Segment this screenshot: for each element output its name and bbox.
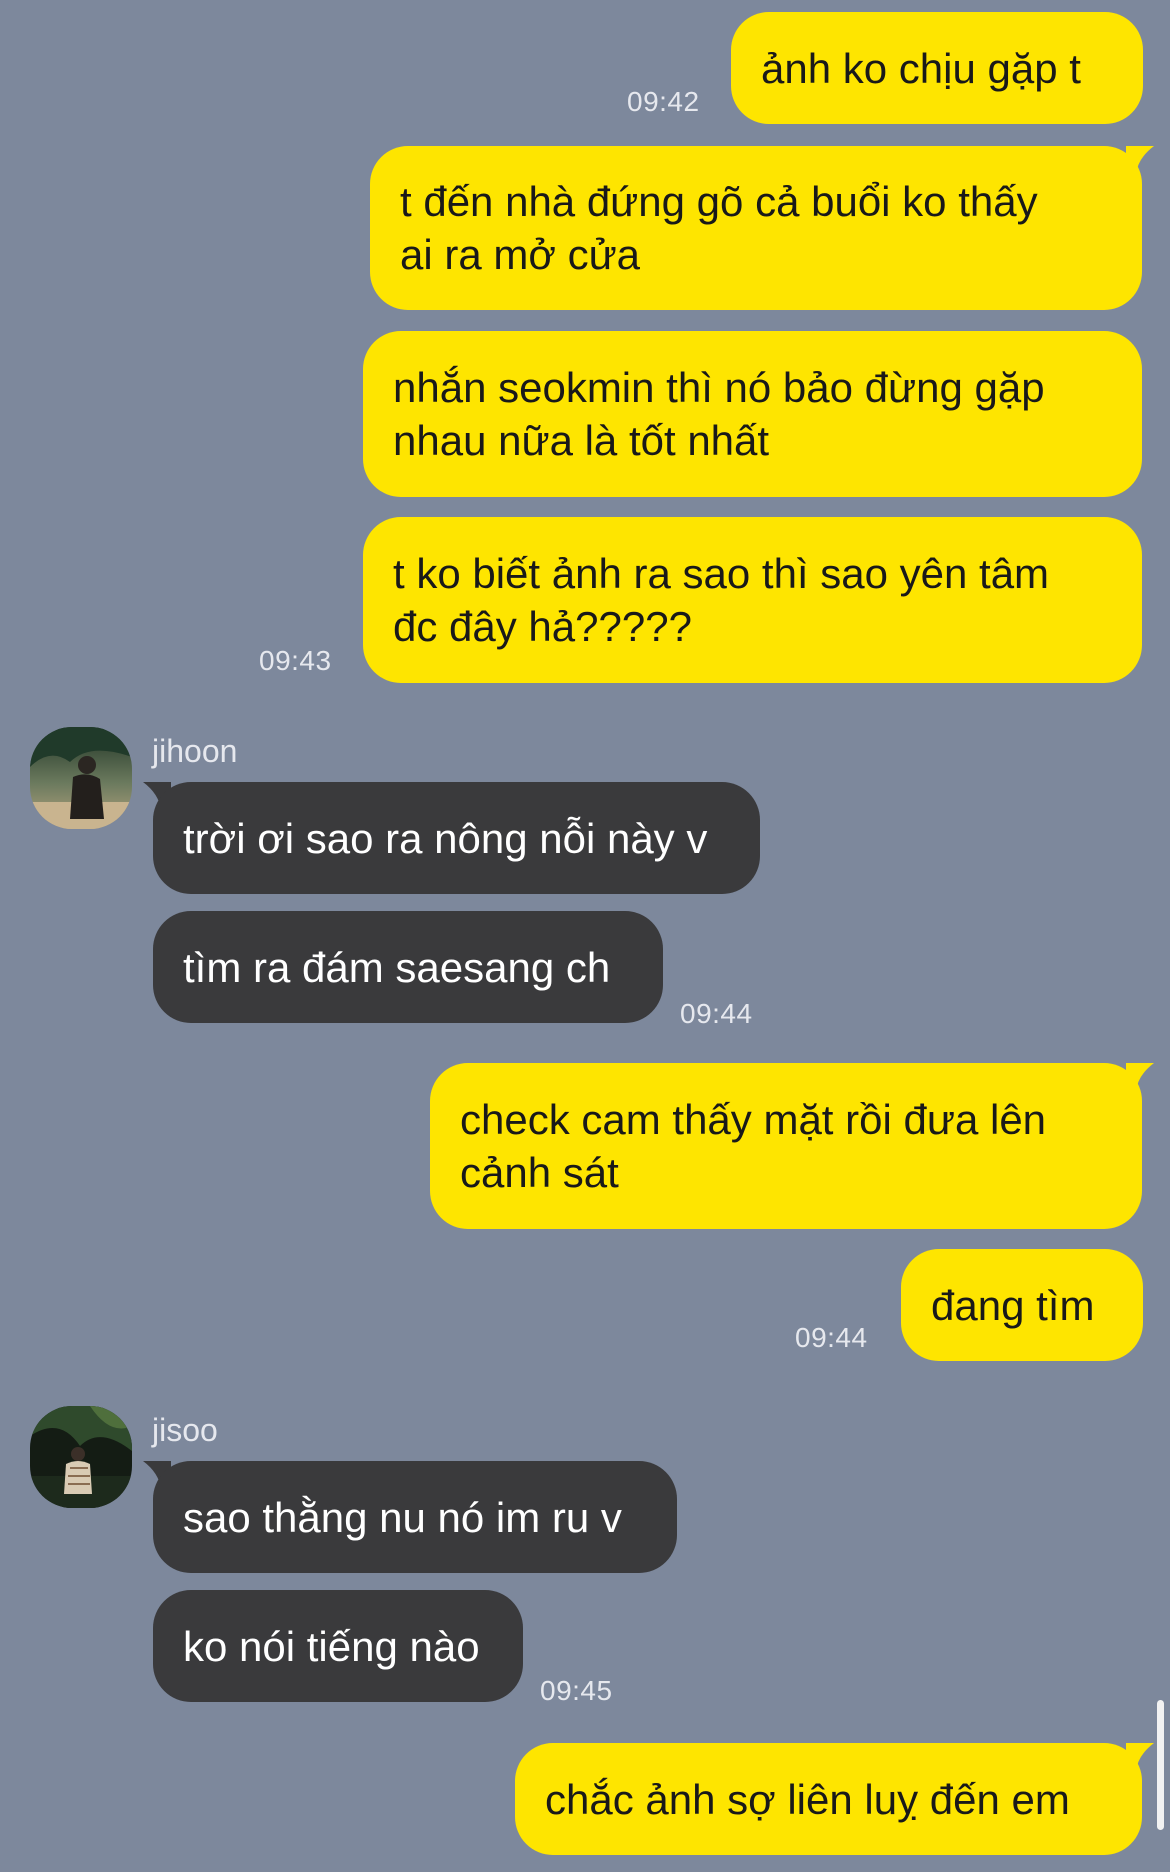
incoming-message[interactable]: sao thằng nu nó im ru v: [153, 1461, 677, 1573]
message-timestamp: 09:44: [680, 998, 753, 1029]
sender-name: jihoon: [152, 733, 238, 769]
outgoing-message[interactable]: chắc ảnh sợ liên luỵ đến em: [515, 1743, 1142, 1855]
incoming-message[interactable]: ko nói tiếng nào: [153, 1590, 523, 1702]
sender-name: jisoo: [152, 1412, 218, 1448]
avatar-photo-icon: [30, 1406, 132, 1508]
outgoing-message[interactable]: đang tìm: [901, 1249, 1143, 1361]
message-timestamp: 09:45: [540, 1675, 613, 1706]
outgoing-message[interactable]: t đến nhà đứng gõ cả buổi ko thấy ai ra …: [370, 146, 1142, 310]
avatar-photo-icon: [30, 727, 132, 829]
avatar-jihoon[interactable]: [30, 727, 132, 829]
message-timestamp: 09:44: [795, 1322, 868, 1353]
outgoing-message[interactable]: check cam thấy mặt rồi đưa lên cảnh sát: [430, 1063, 1142, 1229]
message-timestamp: 09:42: [627, 86, 700, 117]
incoming-message[interactable]: trời ơi sao ra nông nỗi này v: [153, 782, 760, 894]
scrollbar[interactable]: [1157, 1700, 1164, 1830]
outgoing-message[interactable]: nhắn seokmin thì nó bảo đừng gặp nhau nữ…: [363, 331, 1142, 497]
incoming-message[interactable]: tìm ra đám saesang ch: [153, 911, 663, 1023]
outgoing-message[interactable]: ảnh ko chịu gặp t: [731, 12, 1143, 124]
avatar-jisoo[interactable]: [30, 1406, 132, 1508]
outgoing-message[interactable]: t ko biết ảnh ra sao thì sao yên tâm đc …: [363, 517, 1142, 683]
chat-thread[interactable]: 09:42 ảnh ko chịu gặp t t đến nhà đứng g…: [0, 0, 1170, 1872]
message-timestamp: 09:43: [259, 645, 332, 676]
